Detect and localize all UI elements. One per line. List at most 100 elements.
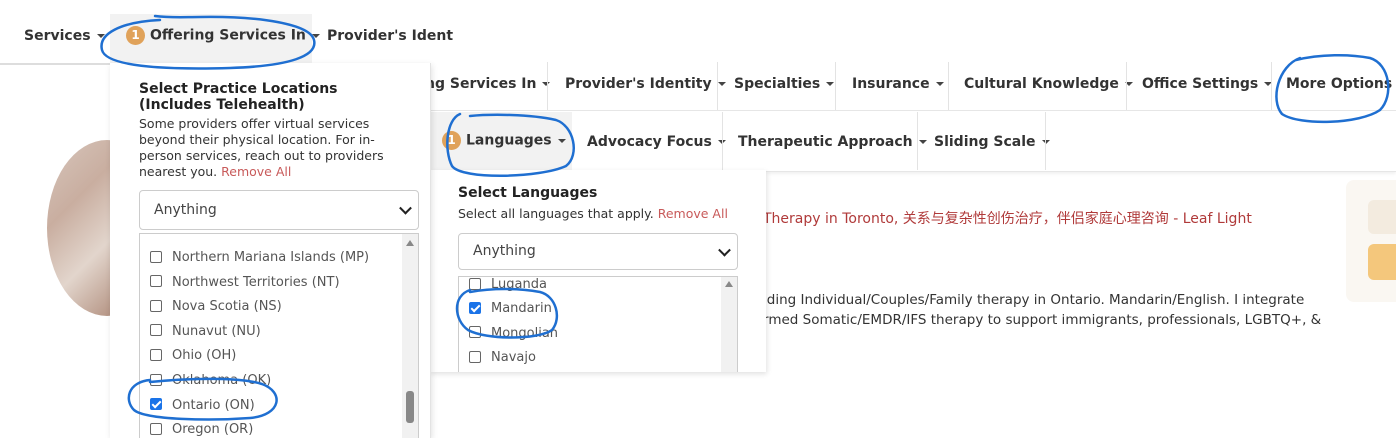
checkbox[interactable]	[150, 348, 162, 361]
checkbox-item[interactable]: Ohio (OH)	[150, 346, 236, 366]
checkbox-label: Nova Scotia (NS)	[172, 299, 282, 315]
divider	[835, 62, 836, 110]
tab-providers-identity-partial[interactable]: Provider's Ident	[327, 28, 453, 44]
tab-services[interactable]: Services	[24, 28, 105, 44]
languages-dropdown-title: Select Languages	[458, 185, 598, 201]
tab-label: Sliding Scale	[934, 134, 1036, 150]
checkbox[interactable]	[469, 326, 481, 339]
checkbox-item[interactable]: Mongolian	[469, 324, 558, 344]
select-value: Anything	[154, 202, 217, 218]
tab-label: Cultural Knowledge	[964, 76, 1119, 92]
profile-bio-line-1: iding Individual/Couples/Family therapy …	[763, 292, 1305, 308]
side-card	[1346, 180, 1396, 302]
chevron-down-icon	[826, 82, 835, 86]
checkbox-item[interactable]: Nunavut (NU)	[150, 322, 261, 342]
checkbox-item[interactable]: Oklahoma (OK)	[150, 371, 271, 391]
tab-offering-services-partial[interactable]: ng Services In	[425, 76, 551, 92]
checkbox-item[interactable]: Luganda	[469, 277, 547, 295]
checkbox-label: Mandarin	[491, 301, 552, 317]
languages-select[interactable]: Anything	[458, 233, 738, 270]
tab-specialties[interactable]: Specialties	[734, 76, 835, 92]
tab-label: Specialties	[734, 76, 821, 92]
divider	[1271, 62, 1272, 110]
checkbox-label: Mongolian	[491, 325, 559, 341]
tab-providers-identity[interactable]: Provider's Identity	[565, 76, 726, 92]
checkbox-item[interactable]: Ontario (ON)	[150, 396, 255, 416]
tab-label: ng Services In	[425, 76, 537, 92]
checkbox-label: Northern Mariana Islands (MP)	[172, 250, 370, 265]
checkbox[interactable]	[150, 275, 162, 288]
languages-dropdown-description: Select all languages that apply. Remove …	[458, 206, 728, 221]
checkbox[interactable]	[150, 299, 162, 312]
tab-more-options[interactable]: More Options	[1286, 76, 1396, 92]
chevron-down-icon	[918, 140, 927, 144]
divider	[917, 112, 918, 170]
count-badge: 1	[442, 131, 461, 150]
clipped-item-top	[140, 234, 402, 240]
remove-all-link[interactable]: Remove All	[221, 164, 291, 179]
chevron-down-icon	[557, 138, 566, 143]
locations-dropdown-description: Some providers offer virtual services be…	[139, 116, 414, 180]
checkbox[interactable]	[469, 350, 481, 363]
chevron-down-icon	[399, 201, 412, 215]
checkbox-label: Nunavut (NU)	[172, 323, 261, 339]
locations-select[interactable]: Anything	[139, 190, 419, 230]
tab-label: Provider's Identity	[565, 76, 712, 92]
remove-all-link[interactable]: Remove All	[658, 206, 728, 221]
checkbox-item[interactable]: Nova Scotia (NS)	[150, 297, 282, 317]
scroll-thumb[interactable]	[406, 391, 414, 423]
checkbox-item[interactable]: Navajo	[469, 348, 536, 368]
side-card-button-orange[interactable]	[1368, 244, 1396, 280]
tab-therapeutic-approach[interactable]: Therapeutic Approach	[738, 134, 927, 150]
languages-list-items: Luganda Mandarin Mongolian Navajo	[459, 277, 721, 372]
checkbox-checked[interactable]	[150, 398, 162, 411]
tab-label: Insurance	[852, 76, 930, 92]
checkbox-label: Oklahoma (OK)	[172, 373, 272, 388]
profile-headline[interactable]: Therapy in Toronto, 关系与复杂性创伤治疗，伴侣家庭心理咨询 …	[763, 208, 1252, 228]
checkbox[interactable]	[150, 250, 162, 263]
checkbox-label: Luganda	[491, 277, 547, 292]
tab-languages[interactable]: 1 Languages	[442, 131, 566, 150]
chevron-down-icon	[717, 82, 726, 86]
scroll-up-icon[interactable]	[406, 240, 414, 246]
divider	[948, 62, 949, 110]
scroll-up-icon[interactable]	[725, 281, 733, 287]
divider	[547, 62, 548, 110]
checkbox-item[interactable]: Northwest Territories (NT)	[150, 273, 340, 293]
scrollbar[interactable]	[402, 234, 418, 438]
divider	[1126, 62, 1127, 110]
checkbox-item[interactable]: Oregon (OR)	[150, 420, 253, 438]
languages-dropdown: Select Languages Select all languages th…	[430, 170, 766, 372]
checkbox-item[interactable]: Mandarin	[469, 299, 552, 319]
tab-cultural-knowledge[interactable]: Cultural Knowledge	[964, 76, 1133, 92]
divider	[1045, 112, 1046, 170]
checkbox-label: Northwest Territories (NT)	[172, 274, 340, 290]
profile-bio-line-2: rmed Somatic/EMDR/IFS therapy to support…	[763, 312, 1322, 328]
tab-insurance[interactable]: Insurance	[852, 76, 944, 92]
locations-list-items: Northern Mariana Islands (MP) Northwest T…	[140, 244, 402, 438]
checkbox-checked[interactable]	[469, 301, 481, 314]
tab-advocacy-focus[interactable]: Advocacy Focus	[587, 134, 726, 150]
tab-sliding-scale[interactable]: Sliding Scale	[934, 134, 1050, 150]
right-panel: ng Services In Provider's Identity Speci…	[425, 62, 1396, 372]
checkbox[interactable]	[150, 422, 162, 435]
locations-list[interactable]: Northern Mariana Islands (MP) Northwest T…	[139, 233, 419, 438]
scrollbar[interactable]	[721, 277, 737, 372]
checkbox-item[interactable]: Northern Mariana Islands (MP)	[150, 248, 369, 268]
divider	[717, 62, 718, 110]
tab-label: Advocacy Focus	[587, 134, 712, 150]
tab-office-settings[interactable]: Office Settings	[1142, 76, 1273, 92]
chevron-down-icon	[311, 33, 320, 38]
languages-list[interactable]: Luganda Mandarin Mongolian Navajo	[458, 276, 738, 372]
tab-label: Services	[24, 28, 91, 44]
checkbox[interactable]	[469, 277, 481, 290]
tab-label: Offering Services In	[150, 27, 306, 44]
left-panel: Services 1 Offering Services In Provider'…	[0, 0, 453, 438]
chevron-down-icon	[935, 82, 944, 86]
locations-dropdown: Select Practice Locations (Includes Tele…	[110, 63, 431, 438]
tab-offering-services-in[interactable]: 1 Offering Services In	[126, 26, 320, 45]
checkbox[interactable]	[150, 373, 162, 386]
side-card-button-light[interactable]	[1368, 200, 1396, 234]
checkbox-label: Ohio (OH)	[172, 348, 237, 364]
checkbox[interactable]	[150, 324, 162, 337]
